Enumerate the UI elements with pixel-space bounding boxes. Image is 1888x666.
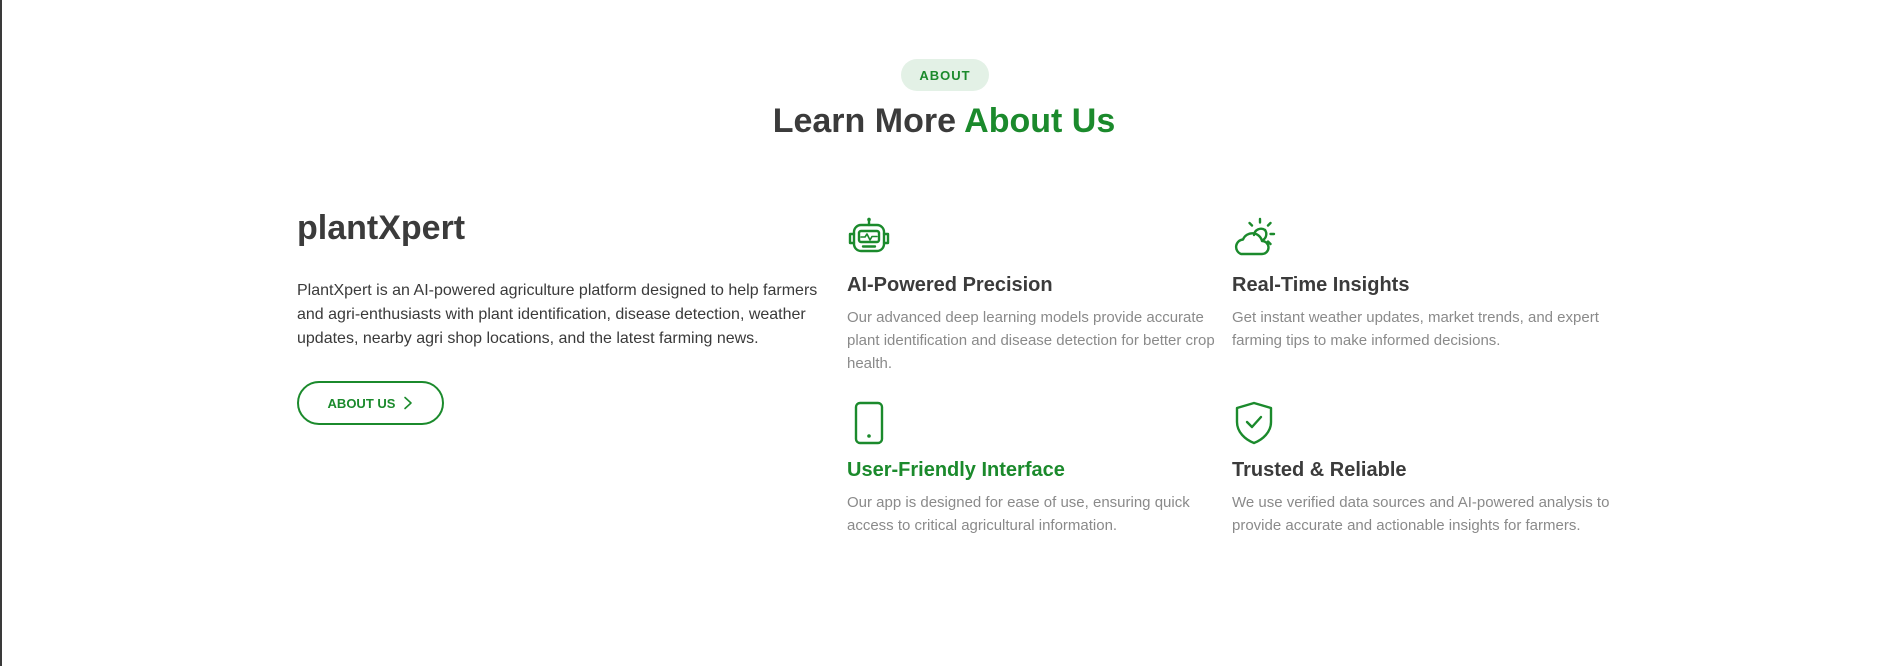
section-badge: ABOUT bbox=[901, 59, 989, 91]
phone-icon bbox=[854, 401, 884, 445]
feature-text: We use verified data sources and AI-powe… bbox=[1232, 494, 1610, 534]
page-left-border bbox=[0, 0, 2, 666]
feature-title: AI-Powered Precision bbox=[847, 274, 1053, 296]
feature-title: User-Friendly Interface bbox=[847, 459, 1065, 481]
feature-text: Our advanced deep learning models provid… bbox=[847, 309, 1215, 372]
feature-text: Get instant weather updates, market tren… bbox=[1232, 309, 1599, 349]
heading-prefix: Learn More bbox=[772, 102, 956, 140]
feature-title: Real-Time Insights bbox=[1232, 274, 1410, 296]
feature-title: Trusted & Reliable bbox=[1232, 459, 1407, 481]
shield-check-icon bbox=[1235, 401, 1273, 445]
feature-user-friendly: User-Friendly Interface Our app is desig… bbox=[847, 401, 1227, 537]
feature-real-time-insights: Real-Time Insights Get instant weather u… bbox=[1232, 216, 1612, 352]
about-us-button-label: ABOUT US bbox=[327, 395, 396, 411]
feature-text: Our app is designed for ease of use, ens… bbox=[847, 494, 1190, 534]
brand-title: plantXpert bbox=[297, 209, 466, 247]
brand-description: PlantXpert is an AI-powered agriculture … bbox=[297, 282, 818, 347]
section-heading: Learn More About Us bbox=[0, 102, 1888, 141]
sun-cloud-icon bbox=[1234, 217, 1276, 256]
chevron-right-icon bbox=[404, 396, 413, 410]
feature-ai-precision: AI-Powered Precision Our advanced deep l… bbox=[847, 216, 1227, 375]
robot-icon bbox=[848, 217, 890, 253]
heading-accent: About Us bbox=[964, 102, 1116, 140]
feature-trusted-reliable: Trusted & Reliable We use verified data … bbox=[1232, 401, 1612, 537]
about-us-button[interactable]: ABOUT US bbox=[297, 381, 444, 425]
